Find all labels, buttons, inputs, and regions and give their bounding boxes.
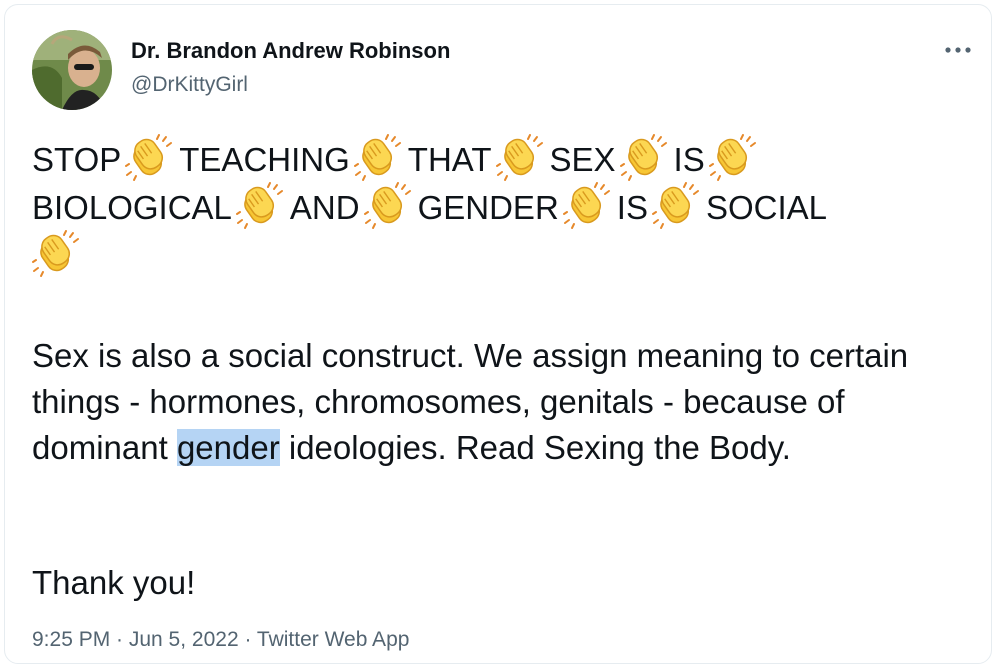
clap-line-2: BIOLOGICAL AND GENDER IS SOCIAL — [32, 184, 972, 232]
tweet-word: STOP — [32, 141, 122, 178]
clapping-hands-icon — [652, 182, 700, 230]
avatar[interactable] — [32, 30, 112, 110]
more-horizontal-icon — [945, 47, 971, 53]
more-options-button[interactable] — [938, 34, 978, 64]
clapping-hands-icon — [364, 182, 412, 230]
tweet-word: SEX — [549, 141, 616, 178]
tweet-word: TEACHING — [179, 141, 350, 178]
author-display-name[interactable]: Dr. Brandon Andrew Robinson — [131, 38, 450, 64]
clapping-hands-icon — [620, 134, 668, 182]
clapping-hands-icon — [32, 230, 80, 278]
selected-text-highlight[interactable]: gender — [176, 429, 280, 466]
tweet-text: STOP TEACHING THAT SEX IS BIOLOGICAL AND GENDE… — [32, 136, 972, 280]
tweet-word: SOCIAL — [705, 189, 828, 226]
clapping-hands-icon — [496, 134, 544, 182]
tweet-word: BIOLOGICAL — [32, 189, 232, 226]
clapping-hands-icon — [236, 182, 284, 230]
avatar-image — [32, 30, 112, 110]
tweet-word: IS — [616, 189, 648, 226]
clapping-hands-icon — [563, 182, 611, 230]
clapping-hands-icon — [354, 134, 402, 182]
clap-line-3 — [32, 232, 972, 280]
tweet-word: IS — [673, 141, 705, 178]
tweet-word: THAT — [407, 141, 492, 178]
clap-line-1: STOP TEACHING THAT SEX IS — [32, 136, 972, 184]
tweet-timestamp[interactable]: 9:25 PM · Jun 5, 2022 · Twitter Web App — [32, 628, 409, 652]
tweet-closing-line: Thank you! — [32, 564, 196, 601]
clapping-hands-icon — [125, 134, 173, 182]
author-handle[interactable]: @DrKittyGirl — [131, 73, 248, 97]
clapping-hands-icon — [709, 134, 757, 182]
tweet-word: GENDER — [417, 189, 559, 226]
paragraph-text-end: ideologies. Read Sexing the Body. — [279, 429, 791, 466]
tweet-word: AND — [289, 189, 360, 226]
tweet-paragraph: Sex is also a social construct. We assig… — [32, 333, 952, 471]
